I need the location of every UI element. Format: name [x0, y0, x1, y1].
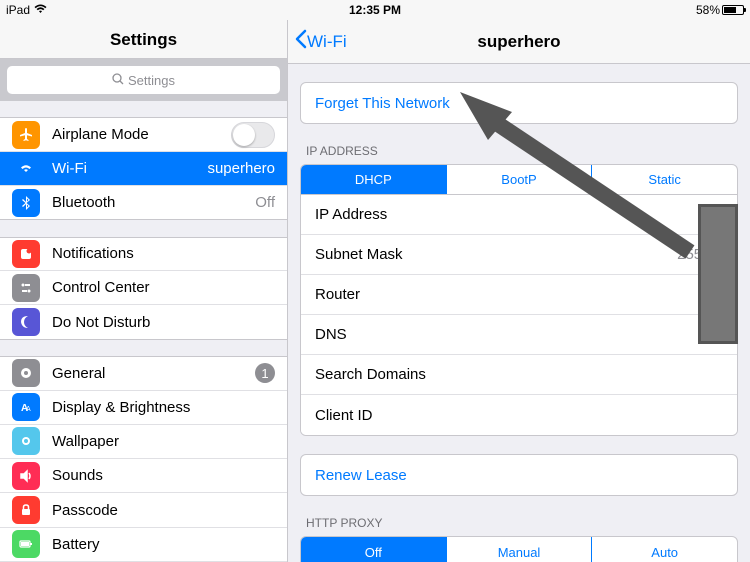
ip-row[interactable]: Search Domains: [301, 355, 737, 395]
proxy-section-header: HTTP PROXY: [300, 496, 738, 536]
sidebar-item-label: Wi-Fi: [52, 160, 207, 177]
airplane-toggle[interactable]: [231, 122, 275, 148]
renew-label: Renew Lease: [315, 467, 407, 484]
sidebar-item-passcode[interactable]: Passcode: [0, 493, 287, 527]
sidebar-item-label: General: [52, 365, 255, 382]
ip-row[interactable]: Client ID: [301, 395, 737, 435]
control-center-icon: [12, 274, 40, 302]
forget-network-button[interactable]: Forget This Network: [300, 82, 738, 124]
sounds-icon: [12, 462, 40, 490]
clock: 12:35 PM: [0, 3, 750, 17]
segment-dhcp[interactable]: DHCP: [301, 165, 447, 194]
status-bar: iPad 12:35 PM 58%: [0, 0, 750, 20]
sidebar-item-airplane[interactable]: Airplane Mode: [0, 117, 287, 152]
search-icon: [112, 73, 124, 88]
segment-bootp[interactable]: BootP: [447, 165, 593, 194]
ip-key: Search Domains: [315, 366, 723, 383]
ip-row[interactable]: IP Address192: [301, 195, 737, 235]
sidebar-item-label: Battery: [52, 536, 275, 553]
sidebar: Settings Settings Airplane Mode Wi-Fi su…: [0, 20, 288, 562]
battery-icon: [722, 5, 744, 15]
chevron-left-icon: [294, 29, 307, 54]
airplane-icon: [12, 121, 40, 149]
segment-static[interactable]: Static: [592, 165, 737, 194]
sidebar-item-wallpaper[interactable]: Wallpaper: [0, 425, 287, 459]
bluetooth-icon: [12, 189, 40, 217]
sidebar-item-label: Notifications: [52, 245, 275, 262]
renew-lease-button[interactable]: Renew Lease: [300, 454, 738, 496]
sidebar-item-wifi[interactable]: Wi-Fi superhero: [0, 152, 287, 186]
ip-row[interactable]: Router19: [301, 275, 737, 315]
sidebar-item-label: Bluetooth: [52, 194, 255, 211]
search-placeholder: Settings: [128, 73, 175, 88]
sidebar-item-dnd[interactable]: Do Not Disturb: [0, 305, 287, 339]
sidebar-item-value: Off: [255, 194, 275, 211]
ip-row[interactable]: Subnet Mask255.25: [301, 235, 737, 275]
ip-key: DNS: [315, 326, 706, 343]
battery-icon: [12, 530, 40, 558]
ip-key: IP Address: [315, 206, 698, 223]
detail-pane: Wi-Fi superhero Forget This Network IP A…: [288, 20, 750, 562]
sidebar-item-notifications[interactable]: Notifications: [0, 237, 287, 272]
segment-off[interactable]: Off: [301, 537, 447, 562]
ip-row[interactable]: DNS19: [301, 315, 737, 355]
proxy-segment[interactable]: Off Manual Auto: [301, 537, 737, 562]
sidebar-item-label: Wallpaper: [52, 433, 275, 450]
sidebar-item-battery[interactable]: Battery: [0, 528, 287, 562]
svg-text:A: A: [26, 406, 31, 413]
lock-icon: [12, 496, 40, 524]
sidebar-item-sounds[interactable]: Sounds: [0, 459, 287, 493]
sidebar-item-label: Do Not Disturb: [52, 314, 275, 331]
wifi-icon: [12, 154, 40, 182]
sidebar-item-control-center[interactable]: Control Center: [0, 271, 287, 305]
sidebar-item-general[interactable]: General 1: [0, 356, 287, 391]
sidebar-item-display[interactable]: AA Display & Brightness: [0, 391, 287, 425]
sidebar-item-label: Sounds: [52, 467, 275, 484]
notifications-icon: [12, 240, 40, 268]
moon-icon: [12, 308, 40, 336]
segment-auto[interactable]: Auto: [592, 537, 737, 562]
detail-header: Wi-Fi superhero: [288, 20, 750, 64]
ip-config-segment[interactable]: DHCP BootP Static: [301, 165, 737, 195]
sidebar-item-value: superhero: [207, 160, 275, 177]
back-label: Wi-Fi: [307, 32, 347, 52]
ip-section-header: IP ADDRESS: [300, 124, 738, 164]
sidebar-item-label: Passcode: [52, 502, 275, 519]
ip-key: Router: [315, 286, 706, 303]
sidebar-item-label: Airplane Mode: [52, 126, 231, 143]
gear-icon: [12, 359, 40, 387]
segment-manual[interactable]: Manual: [447, 537, 593, 562]
forget-label: Forget This Network: [315, 95, 450, 112]
sidebar-title: Settings: [0, 20, 287, 59]
ip-key: Subnet Mask: [315, 246, 677, 263]
display-icon: AA: [12, 393, 40, 421]
badge: 1: [255, 363, 275, 383]
sidebar-item-label: Control Center: [52, 279, 275, 296]
back-button[interactable]: Wi-Fi: [288, 29, 347, 54]
wallpaper-icon: [12, 427, 40, 455]
ip-key: Client ID: [315, 407, 723, 424]
page-title: superhero: [288, 32, 750, 52]
sidebar-item-bluetooth[interactable]: Bluetooth Off: [0, 186, 287, 220]
search-input[interactable]: Settings: [7, 66, 280, 94]
annotation-block: [698, 204, 738, 344]
sidebar-item-label: Display & Brightness: [52, 399, 275, 416]
